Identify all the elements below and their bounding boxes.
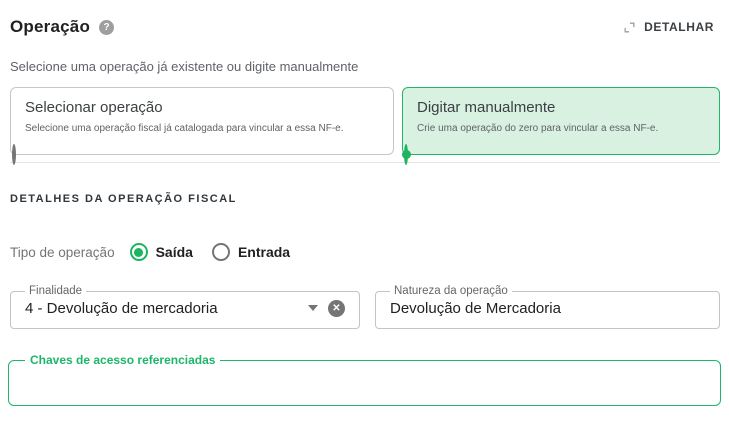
finalidade-field: Finalidade ✕ xyxy=(10,285,360,329)
card-select-operation-title: Selecionar operação xyxy=(25,99,379,116)
referenced-keys-field: Chaves de acesso referenciadas xyxy=(8,353,721,406)
radio-select-operation[interactable] xyxy=(12,144,16,165)
natureza-field: Natureza da operação xyxy=(375,285,720,329)
card-select-operation[interactable]: Selecionar operação Selecione uma operaç… xyxy=(10,87,394,155)
natureza-input[interactable] xyxy=(388,297,707,319)
divider xyxy=(10,162,720,163)
page-title: Operação xyxy=(10,17,90,37)
clear-icon[interactable]: ✕ xyxy=(328,300,345,317)
radio-manual-entry[interactable] xyxy=(404,144,408,165)
card-select-operation-description: Selecione uma operação fiscal já catalog… xyxy=(25,123,379,134)
operation-type-row: Tipo de operação Saída Entrada xyxy=(10,243,720,261)
detail-button-label: DETALHAR xyxy=(644,20,714,34)
operation-type-radio-group: Saída Entrada xyxy=(130,243,290,261)
card-manual-entry-title: Digitar manualmente xyxy=(417,99,705,116)
help-icon[interactable]: ? xyxy=(99,20,114,35)
fields-row: Finalidade ✕ Natureza da operação xyxy=(10,285,720,329)
radio-entrada-label: Entrada xyxy=(238,244,290,260)
finalidade-select[interactable] xyxy=(23,297,298,319)
finalidade-label: Finalidade xyxy=(25,285,86,297)
operation-form: Operação ? DETALHAR Selecione uma operaç… xyxy=(0,0,729,406)
radio-option-entrada[interactable]: Entrada xyxy=(212,243,290,261)
radio-entrada[interactable] xyxy=(212,243,230,261)
card-manual-entry-description: Crie uma operação do zero para vincular … xyxy=(417,123,705,134)
expand-corners-icon xyxy=(623,21,636,34)
subtitle: Selecione uma operação já existente ou d… xyxy=(10,59,720,74)
card-manual-entry[interactable]: Digitar manualmente Crie uma operação do… xyxy=(402,87,720,155)
header: Operação ? DETALHAR xyxy=(10,0,720,38)
operation-type-label: Tipo de operação xyxy=(10,245,115,260)
radio-saida-label: Saída xyxy=(156,244,193,260)
operation-mode-cards: Selecionar operação Selecione uma operaç… xyxy=(10,87,720,155)
detail-button[interactable]: DETALHAR xyxy=(617,16,720,38)
section-header: DETALHES DA OPERAÇÃO FISCAL xyxy=(10,193,720,205)
referenced-keys-label: Chaves de acesso referenciadas xyxy=(25,353,220,367)
caret-down-icon[interactable] xyxy=(308,305,318,311)
referenced-keys-input[interactable] xyxy=(21,367,708,393)
natureza-label: Natureza da operação xyxy=(390,285,512,297)
radio-saida[interactable] xyxy=(130,243,148,261)
radio-option-saida[interactable]: Saída xyxy=(130,243,193,261)
